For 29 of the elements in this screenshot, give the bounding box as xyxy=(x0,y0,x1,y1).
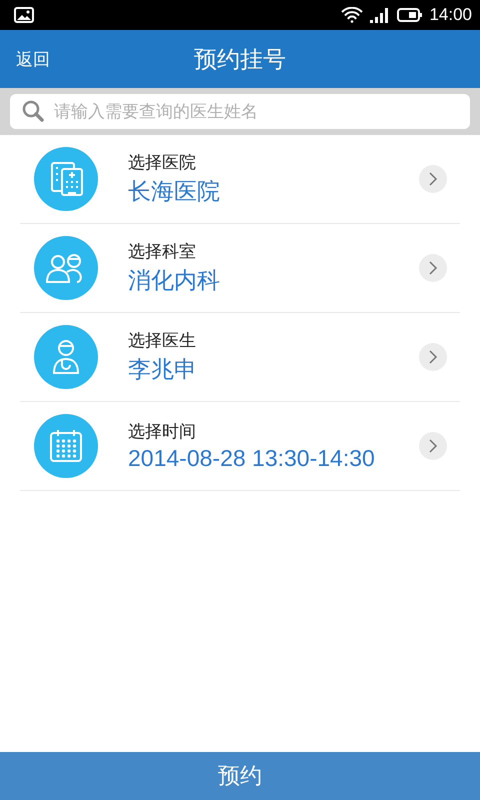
row-label: 选择科室 xyxy=(128,241,197,263)
selection-row[interactable]: 选择时间 2014-08-28 13:30-14:30 xyxy=(20,402,460,491)
chevron-icon xyxy=(418,253,448,283)
battery-icon xyxy=(397,7,424,23)
row-value: 消化内科 xyxy=(128,266,221,295)
chevron-icon xyxy=(418,431,448,461)
row-value: 李兆申 xyxy=(128,355,198,384)
hospital-icon xyxy=(34,147,98,211)
row-value: 长海医院 xyxy=(128,177,221,206)
doctor-icon xyxy=(34,325,98,389)
image-icon xyxy=(14,7,34,23)
selection-row[interactable]: 选择医生 李兆申 xyxy=(20,313,460,402)
back-button[interactable]: 返回 xyxy=(0,48,66,70)
page-title: 预约挂号 xyxy=(194,46,286,74)
row-value: 2014-08-28 13:30-14:30 xyxy=(128,445,376,472)
row-label: 选择医院 xyxy=(128,152,197,174)
doctor-patient-icon xyxy=(34,236,98,300)
wifi-icon xyxy=(341,7,364,23)
search-icon xyxy=(22,100,44,122)
submit-button[interactable]: 预约 xyxy=(0,752,480,800)
selection-row[interactable]: 选择医院 长海医院 xyxy=(20,135,460,224)
chevron-icon xyxy=(418,342,448,372)
row-label: 选择医生 xyxy=(128,330,197,352)
selection-row[interactable]: 选择科室 消化内科 xyxy=(20,224,460,313)
calendar-icon xyxy=(34,414,98,478)
row-label: 选择时间 xyxy=(128,421,197,443)
clock-time: 14:00 xyxy=(429,5,472,25)
chevron-icon xyxy=(418,164,448,194)
search-field[interactable]: 请输入需要查询的医生姓名 xyxy=(10,94,470,129)
